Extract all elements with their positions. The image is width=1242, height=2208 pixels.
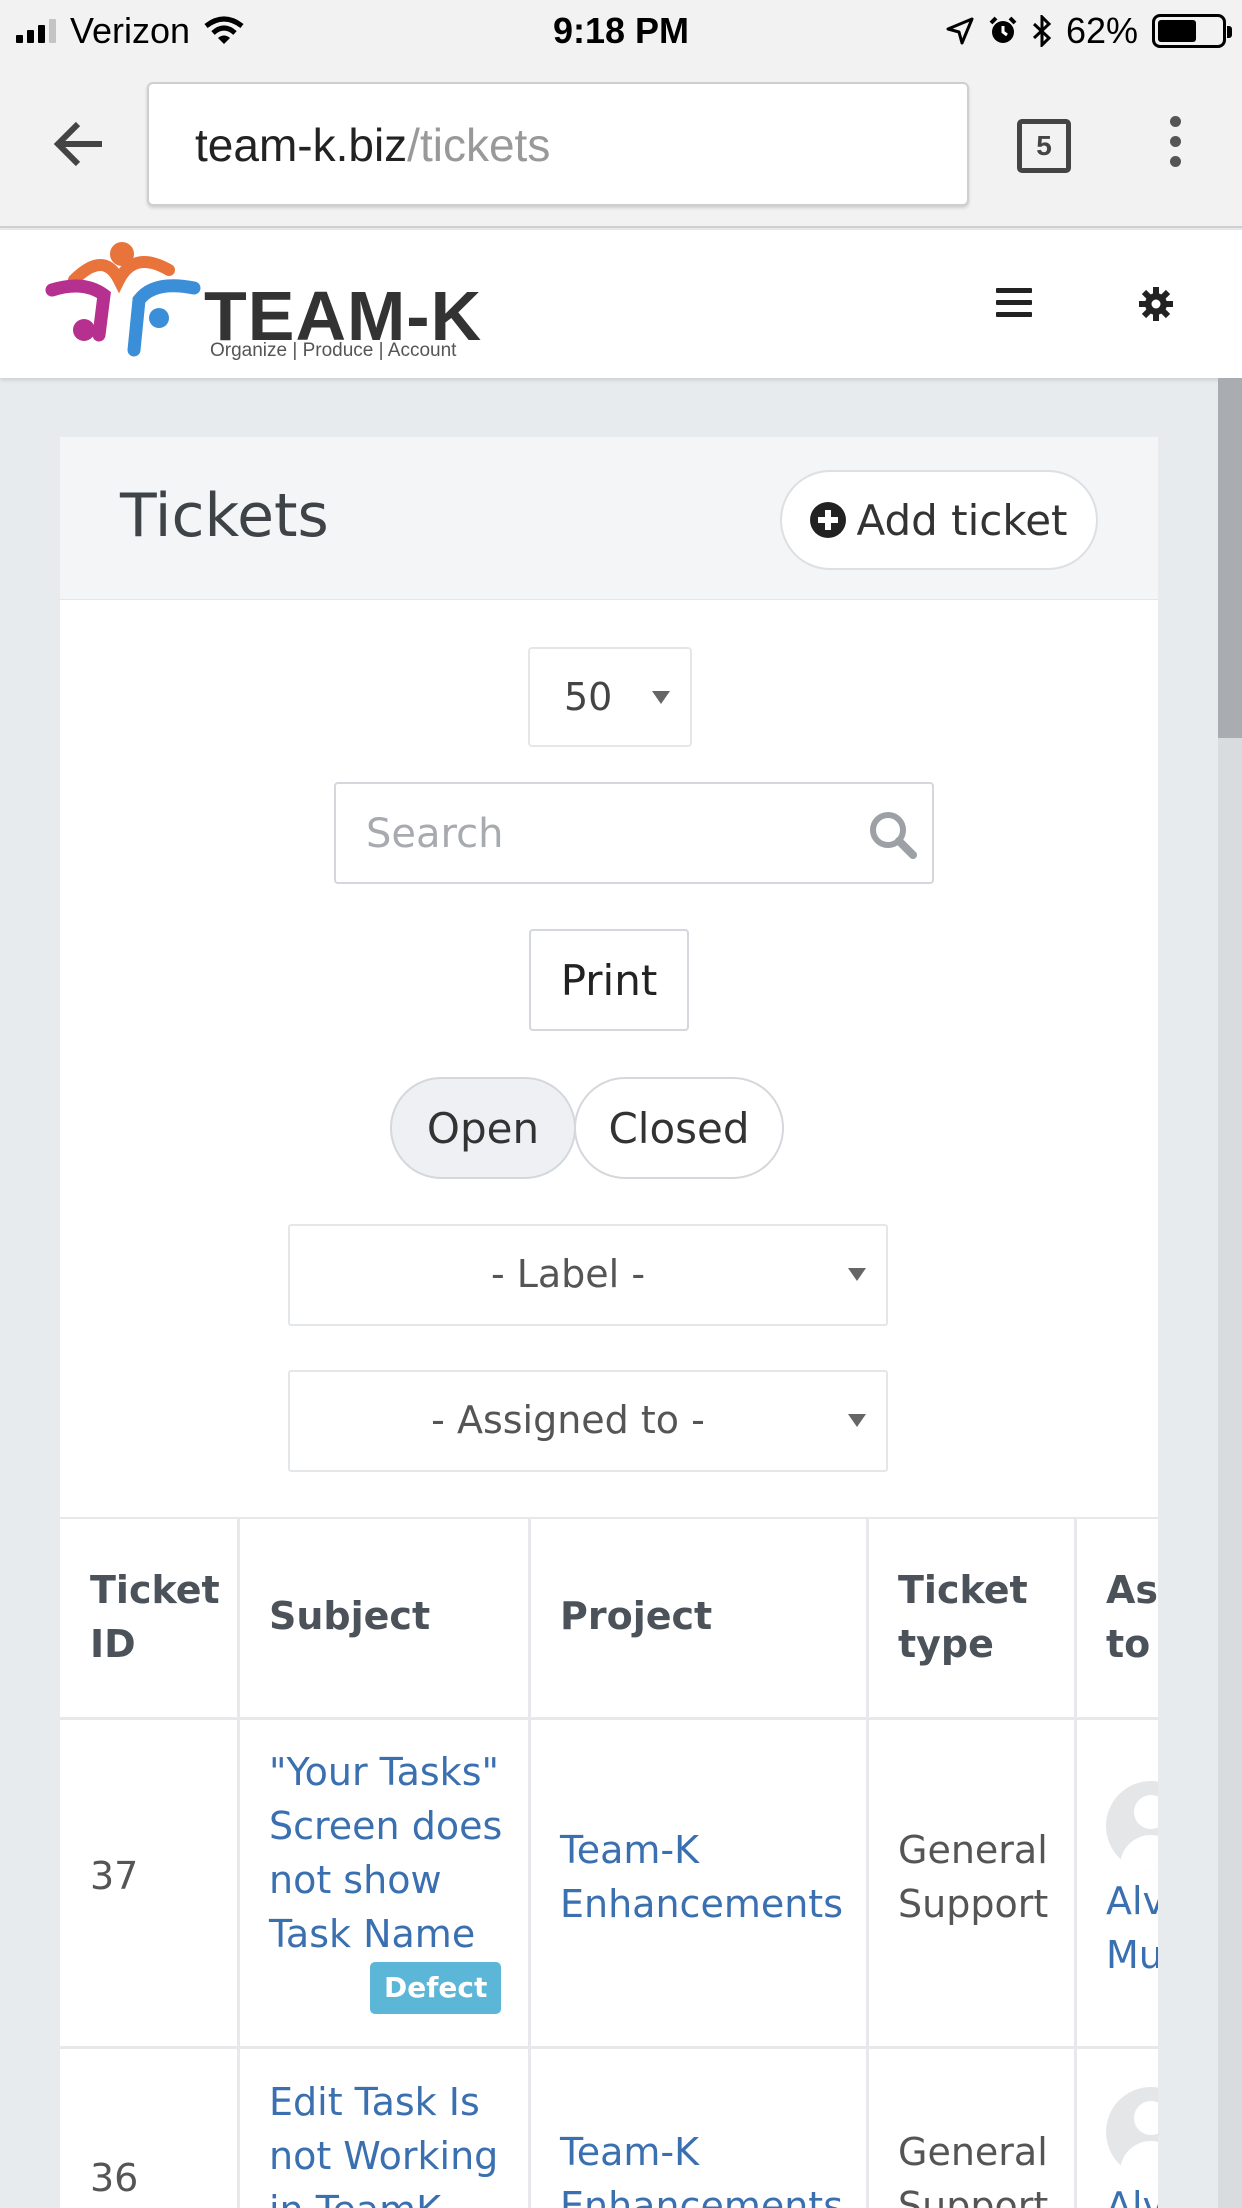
browser-menu-icon[interactable] xyxy=(1160,112,1190,176)
page-scrollbar-thumb[interactable] xyxy=(1218,378,1242,738)
tab-switcher-button[interactable]: 5 xyxy=(1017,119,1071,173)
column-header-assigned-to[interactable]: Assto xyxy=(1106,1563,1158,1671)
caret-down-icon xyxy=(848,1268,866,1281)
defect-label-badge: Defect xyxy=(370,1962,502,2014)
project-link[interactable]: Team-K Enhancements xyxy=(560,1823,843,1931)
plus-circle-icon xyxy=(810,502,847,538)
assigned-filter-select[interactable]: - Assigned to - xyxy=(288,1370,888,1472)
ticket-id-cell: 36 xyxy=(90,2156,139,2200)
location-arrow-icon xyxy=(946,17,974,45)
column-divider xyxy=(1074,1519,1077,2208)
column-divider xyxy=(237,1519,240,2208)
print-button[interactable]: Print xyxy=(529,929,689,1031)
hamburger-menu-icon[interactable] xyxy=(996,288,1032,318)
url-host: team-k.biz xyxy=(195,119,408,171)
assignee-link[interactable]: Alv xyxy=(1106,2179,1158,2208)
app-header: TEAM-K Organize | Produce | Account xyxy=(0,230,1242,378)
tickets-panel: Tickets Add ticket 50 Print Open Closed … xyxy=(60,437,1158,2208)
row-divider xyxy=(60,1717,1158,1720)
column-header-ticket-type[interactable]: Ticket type xyxy=(898,1563,1028,1671)
logo-tagline: Organize | Produce | Account xyxy=(210,340,457,361)
ticket-subject-link[interactable]: "Your Tasks" Screen does not show Task N… xyxy=(269,1745,502,1961)
column-header-project[interactable]: Project xyxy=(560,1589,712,1643)
label-filter-select[interactable]: - Label - xyxy=(288,1224,888,1326)
bluetooth-icon xyxy=(1032,15,1052,47)
caret-down-icon xyxy=(848,1414,866,1427)
assigned-filter-value: - Assigned to - xyxy=(431,1398,705,1442)
column-header-subject[interactable]: Subject xyxy=(269,1589,430,1643)
ticket-type-cell: General Support xyxy=(898,2130,1049,2208)
address-bar[interactable]: team-k.biz/tickets xyxy=(147,82,969,206)
assignee-link[interactable]: Alv Mu xyxy=(1106,1874,1158,1982)
search-box[interactable] xyxy=(334,782,934,884)
column-header-ticket-id[interactable]: Ticket ID xyxy=(90,1563,220,1671)
page-size-select[interactable]: 50 xyxy=(528,647,692,747)
gear-icon[interactable] xyxy=(1138,286,1174,322)
battery-percent: 62% xyxy=(1065,10,1138,51)
page-size-value: 50 xyxy=(564,675,613,719)
add-ticket-label: Add ticket xyxy=(856,495,1068,545)
url-path: /tickets xyxy=(407,119,551,171)
battery-icon xyxy=(1152,14,1232,48)
team-k-logo[interactable]: TEAM-K Organize | Produce | Account xyxy=(44,240,524,364)
avatar[interactable] xyxy=(1106,1781,1158,1871)
alarm-icon xyxy=(989,16,1017,43)
label-filter-value: - Label - xyxy=(490,1252,646,1296)
search-input[interactable] xyxy=(366,806,846,862)
browser-toolbar: team-k.biz/tickets 5 xyxy=(0,62,1242,228)
caret-down-icon xyxy=(652,691,670,704)
add-ticket-button[interactable]: Add ticket xyxy=(780,470,1098,570)
avatar[interactable] xyxy=(1106,2087,1158,2177)
page-title: Tickets xyxy=(120,481,329,551)
back-arrow-icon[interactable] xyxy=(52,114,112,174)
ticket-type-cell: General Support xyxy=(898,1828,1049,1926)
ticket-id-cell: 37 xyxy=(90,1854,139,1898)
status-closed-toggle[interactable]: Closed xyxy=(574,1077,784,1179)
panel-header: Tickets Add ticket xyxy=(60,437,1158,600)
row-divider xyxy=(60,2046,1158,2049)
ticket-subject-link[interactable]: Edit Task Is not Working in TeamK xyxy=(269,2075,498,2208)
search-icon[interactable] xyxy=(866,808,920,862)
status-bar: Verizon 9:18 PM 62% xyxy=(0,0,1242,62)
status-open-toggle[interactable]: Open xyxy=(390,1077,576,1179)
column-divider xyxy=(866,1519,869,2208)
column-divider xyxy=(528,1519,531,2208)
project-link[interactable]: Team-K Enhancements xyxy=(560,2125,843,2208)
tickets-table: TicketID Subject Project Tickettype Asst… xyxy=(60,1517,1158,2208)
logo-figures-icon xyxy=(45,242,201,357)
